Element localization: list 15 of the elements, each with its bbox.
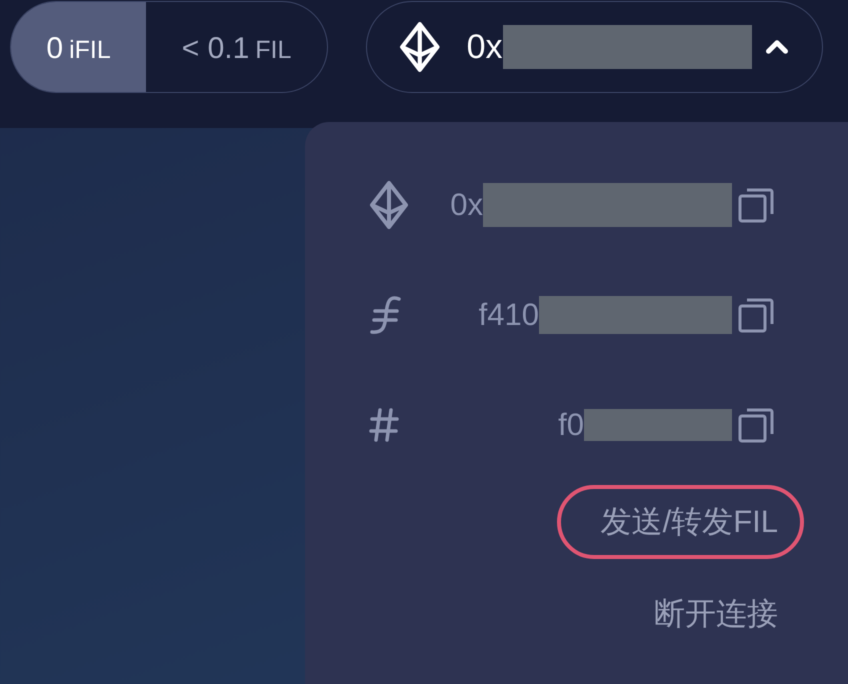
hash-icon — [369, 407, 399, 443]
balance-option[interactable]: 0 iFIL — [11, 2, 146, 92]
filecoin-icon — [369, 295, 403, 335]
balance-option[interactable]: < 0.1 FIL — [146, 2, 327, 92]
address-text: 0x — [450, 187, 483, 223]
copy-icon[interactable] — [738, 407, 774, 443]
ethereum-icon — [399, 21, 441, 73]
address-text: f410 — [478, 297, 539, 333]
copy-icon[interactable] — [738, 297, 774, 333]
menu-action[interactable]: 发送/转发FIL — [556, 485, 804, 559]
menu-action[interactable]: 断开连接 — [610, 577, 804, 651]
ethereum-icon — [369, 180, 409, 230]
copy-icon[interactable] — [738, 187, 774, 223]
address-text: f0 — [558, 407, 584, 443]
account-button[interactable]: 0x — [366, 1, 823, 93]
